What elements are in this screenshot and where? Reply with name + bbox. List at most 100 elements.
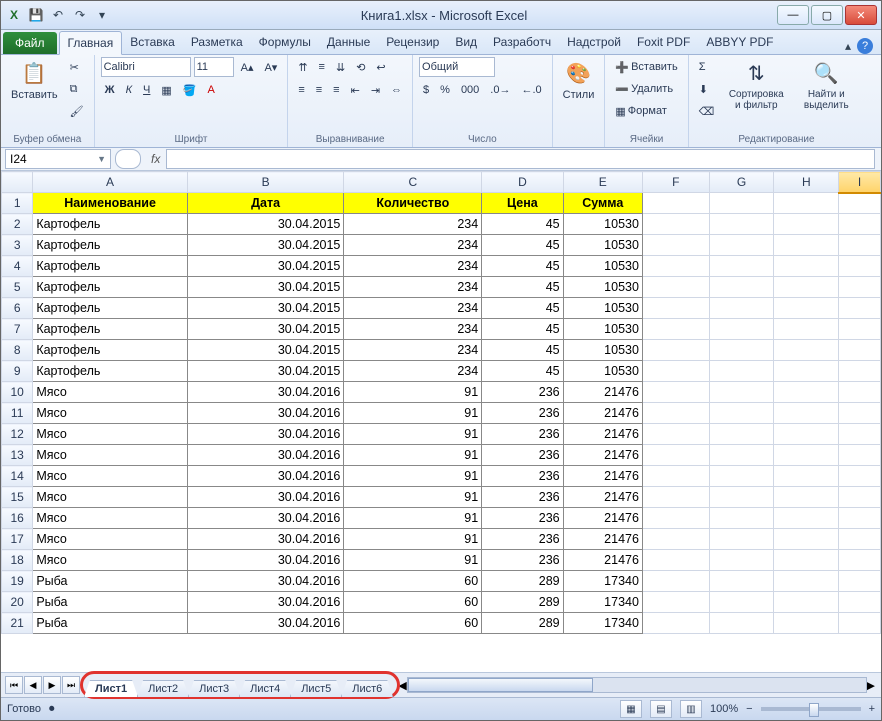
cell[interactable] [642,298,709,319]
row-header[interactable]: 14 [2,466,33,487]
cell[interactable] [642,487,709,508]
cell[interactable] [709,487,774,508]
cell[interactable] [839,571,881,592]
zoom-out-icon[interactable]: − [746,703,752,715]
cell[interactable]: Картофель [33,298,188,319]
cell[interactable]: 45 [482,298,563,319]
cell[interactable]: 30.04.2015 [187,277,344,298]
cell[interactable]: Рыба [33,571,188,592]
ribbon-tab-разработч[interactable]: Разработч [485,31,559,54]
row-header[interactable]: 13 [2,445,33,466]
cell[interactable]: 30.04.2015 [187,361,344,382]
cell[interactable]: 30.04.2016 [187,403,344,424]
cell[interactable]: Картофель [33,235,188,256]
zoom-in-icon[interactable]: + [869,703,875,715]
cut-icon[interactable]: ✂ [66,57,88,77]
cell[interactable] [642,235,709,256]
cell[interactable] [839,424,881,445]
cell[interactable] [709,193,774,214]
name-box[interactable]: I24 ▼ [5,149,111,169]
header-cell[interactable]: Дата [187,193,344,214]
column-header-H[interactable]: H [774,172,839,193]
row-header[interactable]: 19 [2,571,33,592]
cell[interactable]: 21476 [563,445,642,466]
copy-icon[interactable]: ⧉ [66,79,88,99]
row-header[interactable]: 17 [2,529,33,550]
cell[interactable] [839,361,881,382]
cell[interactable]: 91 [344,508,482,529]
cell[interactable] [709,277,774,298]
decrease-decimal-icon[interactable]: ←.0 [517,80,545,100]
hscroll-thumb[interactable] [408,678,593,692]
cell[interactable] [709,403,774,424]
align-right-icon[interactable]: ≡ [329,80,343,100]
cell[interactable]: 60 [344,613,482,634]
macro-record-icon[interactable]: ⏺ [49,703,55,716]
cell[interactable]: 21476 [563,466,642,487]
ribbon-tab-abbyy pdf[interactable]: ABBYY PDF [698,31,781,54]
cell[interactable] [839,277,881,298]
cell[interactable] [709,235,774,256]
cell[interactable] [709,298,774,319]
cell[interactable]: Мясо [33,529,188,550]
ribbon-tab-формулы[interactable]: Формулы [251,31,319,54]
cell[interactable] [774,424,839,445]
cell[interactable] [642,256,709,277]
cell[interactable]: 30.04.2015 [187,256,344,277]
cell[interactable] [774,550,839,571]
cell[interactable]: Картофель [33,214,188,235]
cell[interactable] [839,319,881,340]
cell[interactable] [839,445,881,466]
cell[interactable]: 21476 [563,529,642,550]
cell[interactable]: 30.04.2015 [187,214,344,235]
cell[interactable] [839,193,881,214]
row-header[interactable]: 7 [2,319,33,340]
cell[interactable] [642,193,709,214]
cell[interactable] [709,550,774,571]
cell[interactable] [774,256,839,277]
orientation-icon[interactable]: ⟲ [352,57,369,77]
header-cell[interactable]: Цена [482,193,563,214]
font-size-combo[interactable]: 11 [194,57,234,77]
cell[interactable] [709,319,774,340]
styles-button[interactable]: 🎨 Стили [559,57,599,103]
cell[interactable] [709,529,774,550]
cell[interactable] [839,256,881,277]
cell[interactable] [709,382,774,403]
cell[interactable] [774,382,839,403]
cell[interactable] [774,403,839,424]
cell[interactable] [774,592,839,613]
cell[interactable] [774,529,839,550]
ribbon-tab-вставка[interactable]: Вставка [122,31,183,54]
cell[interactable]: 10530 [563,235,642,256]
cell[interactable]: Картофель [33,256,188,277]
cell[interactable] [774,319,839,340]
column-header-D[interactable]: D [482,172,563,193]
cell[interactable] [774,445,839,466]
cell[interactable]: Мясо [33,466,188,487]
cell[interactable]: 60 [344,592,482,613]
number-format-combo[interactable]: Общий [419,57,495,77]
column-header-A[interactable]: A [33,172,188,193]
cell[interactable]: 45 [482,319,563,340]
cell[interactable]: 234 [344,214,482,235]
close-button[interactable]: ✕ [845,5,877,25]
cell[interactable] [709,214,774,235]
insert-cells-button[interactable]: ➕ Вставить [611,57,681,77]
row-header[interactable]: 4 [2,256,33,277]
cell[interactable] [709,256,774,277]
cell[interactable]: 30.04.2016 [187,592,344,613]
header-cell[interactable]: Количество [344,193,482,214]
row-header[interactable]: 9 [2,361,33,382]
cell[interactable]: 30.04.2015 [187,298,344,319]
sheet-next-icon[interactable]: ▶ [43,676,61,694]
row-header[interactable]: 5 [2,277,33,298]
column-header-B[interactable]: B [187,172,344,193]
cell[interactable]: 236 [482,466,563,487]
row-header[interactable]: 20 [2,592,33,613]
view-layout-icon[interactable]: ▤ [650,700,672,718]
cell[interactable] [642,382,709,403]
font-name-combo[interactable]: Calibri [101,57,191,77]
clear-icon[interactable]: ⌫ [695,101,719,121]
cell[interactable]: 30.04.2016 [187,508,344,529]
